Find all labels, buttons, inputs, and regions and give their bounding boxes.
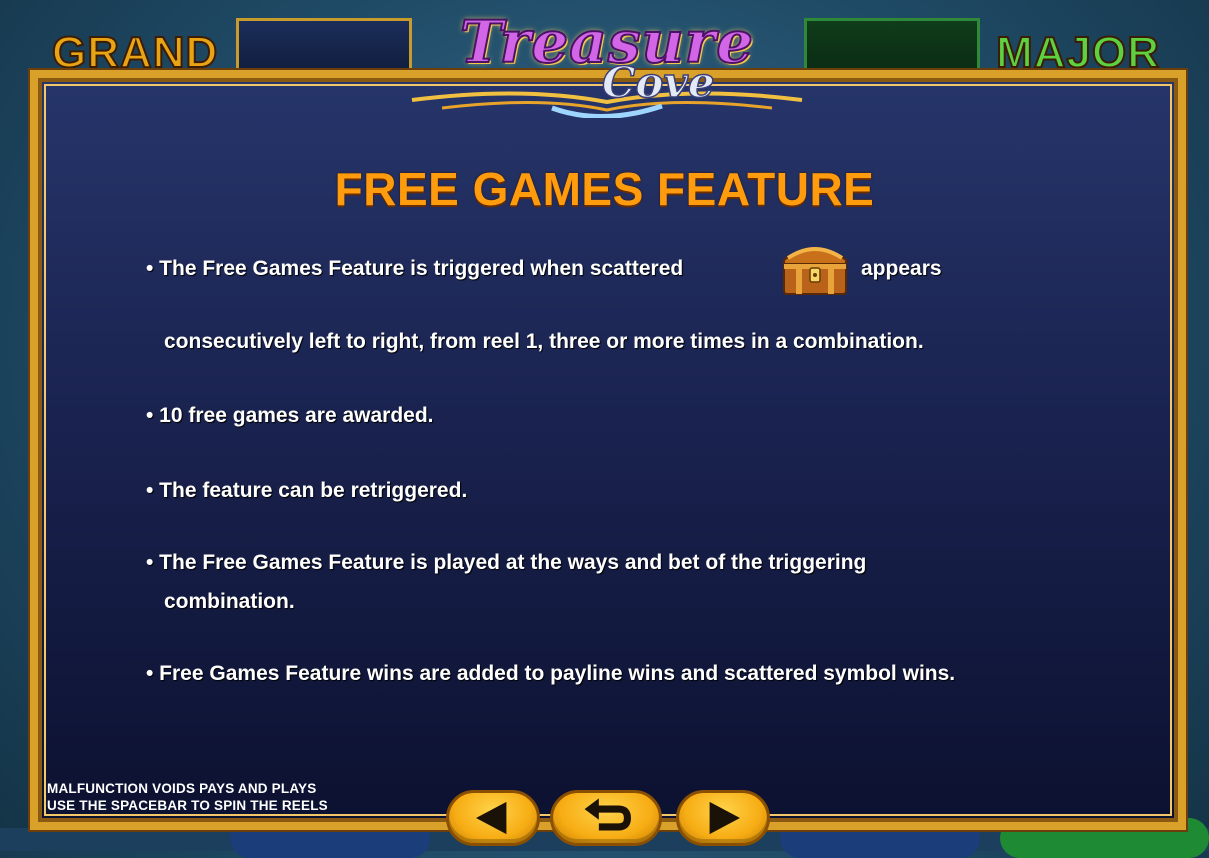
arrow-right-icon: [709, 801, 740, 835]
rule-2: • 10 free games are awarded.: [146, 404, 434, 427]
page-title: FREE GAMES FEATURE: [334, 163, 875, 215]
rule-4-line-2: combination.: [164, 590, 295, 613]
previous-page-button[interactable]: [446, 790, 540, 846]
footer-malfunction-note: MALFUNCTION VOIDS PAYS AND PLAYS: [47, 781, 317, 796]
logo-title-line2: Cove: [601, 57, 715, 108]
rule-4-line-1: • The Free Games Feature is played at th…: [146, 551, 867, 574]
treasure-chest-icon: [783, 247, 847, 295]
rule-3: • The feature can be retriggered.: [146, 479, 468, 502]
arrow-left-icon: [476, 801, 507, 835]
return-icon: [584, 798, 632, 831]
rule-1-line-1: • The Free Games Feature is triggered wh…: [146, 257, 684, 280]
return-to-game-button[interactable]: [550, 790, 662, 846]
footer-spacebar-note: USE THE SPACEBAR TO SPIN THE REELS: [47, 798, 328, 813]
rule-1-line-1-after-icon: appears: [861, 257, 942, 280]
rule-1-line-2: consecutively left to right, from reel 1…: [164, 330, 924, 353]
rule-5: • Free Games Feature wins are added to p…: [146, 662, 956, 685]
next-page-button[interactable]: [676, 790, 770, 846]
game-logo: Treasure Cove: [402, 7, 812, 118]
